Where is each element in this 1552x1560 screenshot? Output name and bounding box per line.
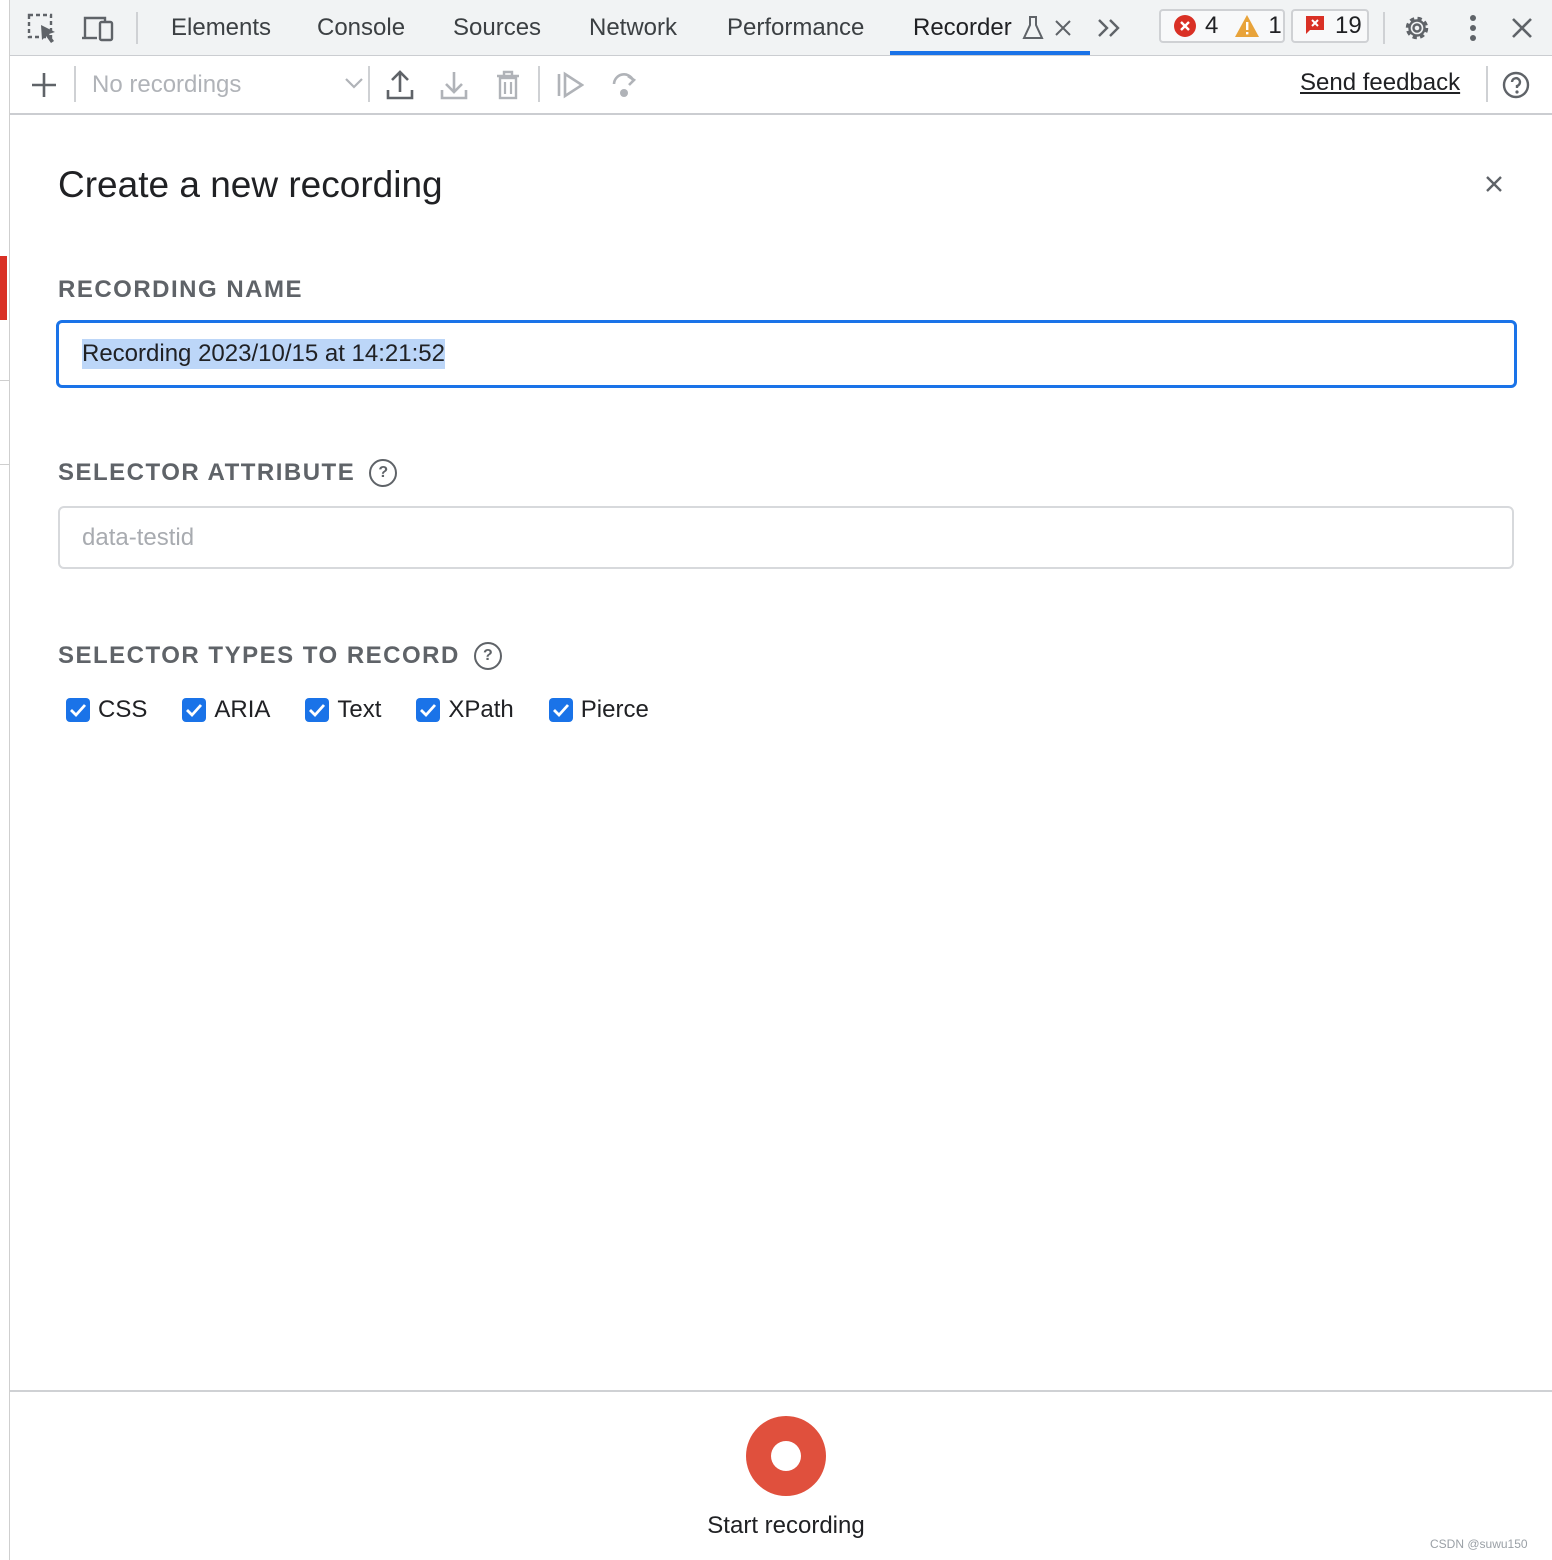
errors-warnings-counter[interactable]: 4 1 xyxy=(1159,9,1285,43)
checkbox-css-label: CSS xyxy=(98,696,148,723)
error-count: 4 xyxy=(1205,12,1219,39)
tab-recorder[interactable]: Recorder xyxy=(913,0,1072,55)
recording-name-input[interactable]: Recording 2023/10/15 at 14:21:52 xyxy=(56,320,1517,388)
tab-elements[interactable]: Elements xyxy=(171,0,271,55)
error-icon xyxy=(1173,14,1197,38)
recording-name-value: Recording 2023/10/15 at 14:21:52 xyxy=(82,339,445,369)
close-form-icon[interactable] xyxy=(1478,168,1510,200)
toolbar-divider xyxy=(1486,66,1488,102)
delete-trash-icon[interactable] xyxy=(488,66,528,104)
export-download-icon[interactable] xyxy=(434,66,474,104)
settings-gear-icon[interactable] xyxy=(1399,10,1435,46)
checkbox-text-label: Text xyxy=(337,696,382,723)
toolbar-divider xyxy=(74,66,76,102)
issues-counter[interactable]: 19 xyxy=(1291,9,1369,43)
checkbox-pierce-label: Pierce xyxy=(580,696,649,723)
footer-divider xyxy=(10,1390,1552,1392)
warning-count: 1 xyxy=(1268,12,1282,39)
recording-name-label: RECORDING NAME xyxy=(58,276,303,304)
tab-recorder-label: Recorder xyxy=(913,13,1012,41)
send-feedback-link[interactable]: Send feedback xyxy=(1300,69,1460,97)
checkmark-icon[interactable] xyxy=(66,698,90,722)
checkbox-text[interactable]: Text xyxy=(305,696,381,724)
help-question-icon[interactable]: ? xyxy=(369,459,398,487)
close-tab-icon[interactable] xyxy=(1054,19,1072,37)
inspect-element-icon[interactable] xyxy=(24,10,60,46)
tab-console[interactable]: Console xyxy=(317,0,405,55)
recording-name-label-text: RECORDING NAME xyxy=(58,276,304,303)
checkbox-aria-label: ARIA xyxy=(214,696,271,723)
selector-attribute-placeholder: data-testid xyxy=(82,523,195,551)
page-edge-divider xyxy=(0,380,9,381)
help-question-icon[interactable] xyxy=(1496,66,1536,104)
device-toolbar-icon[interactable] xyxy=(80,10,116,46)
replay-icon[interactable] xyxy=(550,66,590,104)
left-page-edge xyxy=(0,0,10,1560)
help-question-icon[interactable]: ? xyxy=(473,642,502,670)
warning-icon xyxy=(1234,14,1260,38)
checkmark-icon[interactable] xyxy=(305,698,330,722)
chevron-down-icon xyxy=(344,76,364,90)
checkbox-xpath-label: XPath xyxy=(448,696,514,723)
step-over-icon[interactable] xyxy=(604,66,644,104)
more-tabs-chevron-icon[interactable] xyxy=(1092,10,1128,46)
checkbox-xpath[interactable]: XPath xyxy=(416,696,514,724)
tab-bar-divider xyxy=(136,12,138,44)
page-title: Create a new recording xyxy=(58,164,443,205)
tab-performance[interactable]: Performance xyxy=(727,0,864,55)
checkbox-pierce[interactable]: Pierce xyxy=(548,696,649,724)
selector-types-label-text: SELECTOR TYPES TO RECORD xyxy=(58,642,460,669)
recordings-select-value: No recordings xyxy=(92,70,242,98)
tab-sources[interactable]: Sources xyxy=(453,0,541,55)
issues-flag-icon xyxy=(1303,14,1327,38)
active-tab-indicator xyxy=(890,51,1090,55)
selector-types-checkboxes: CSS ARIA Text XPath Pierce xyxy=(66,694,649,726)
import-upload-icon[interactable] xyxy=(380,66,420,104)
page-edge-accent xyxy=(0,256,7,320)
page-edge-divider xyxy=(0,464,9,465)
record-dot-icon xyxy=(771,1441,801,1471)
tab-network[interactable]: Network xyxy=(589,0,677,55)
selector-types-label: SELECTOR TYPES TO RECORD ? xyxy=(58,642,502,670)
toolbar-divider xyxy=(368,66,370,102)
watermark: CSDN @suwu150 xyxy=(1430,1537,1528,1551)
devtools-tab-bar: Elements Console Sources Network Perform… xyxy=(10,0,1552,56)
issues-count: 19 xyxy=(1335,12,1362,39)
checkbox-css[interactable]: CSS xyxy=(66,696,147,724)
tab-bar-divider xyxy=(1383,12,1385,44)
more-options-kebab-icon[interactable] xyxy=(1455,10,1491,46)
add-recording-plus-icon[interactable] xyxy=(24,66,64,104)
checkmark-icon[interactable] xyxy=(548,698,573,722)
recordings-select[interactable]: No recordings xyxy=(92,56,364,113)
recorder-toolbar: No recordings Send feedback xyxy=(10,56,1552,115)
start-recording-label[interactable]: Start recording xyxy=(636,1512,936,1540)
checkmark-icon[interactable] xyxy=(416,698,441,722)
toolbar-divider xyxy=(538,66,540,102)
experiment-flask-icon xyxy=(1022,15,1044,41)
checkmark-icon[interactable] xyxy=(182,698,207,722)
selector-attribute-label: SELECTOR ATTRIBUTE ? xyxy=(58,459,398,487)
start-recording-button[interactable] xyxy=(746,1416,826,1496)
close-devtools-icon[interactable] xyxy=(1504,10,1540,46)
selector-attribute-label-text: SELECTOR ATTRIBUTE xyxy=(58,459,356,486)
selector-attribute-input[interactable]: data-testid xyxy=(58,506,1514,569)
checkbox-aria[interactable]: ARIA xyxy=(182,696,270,724)
